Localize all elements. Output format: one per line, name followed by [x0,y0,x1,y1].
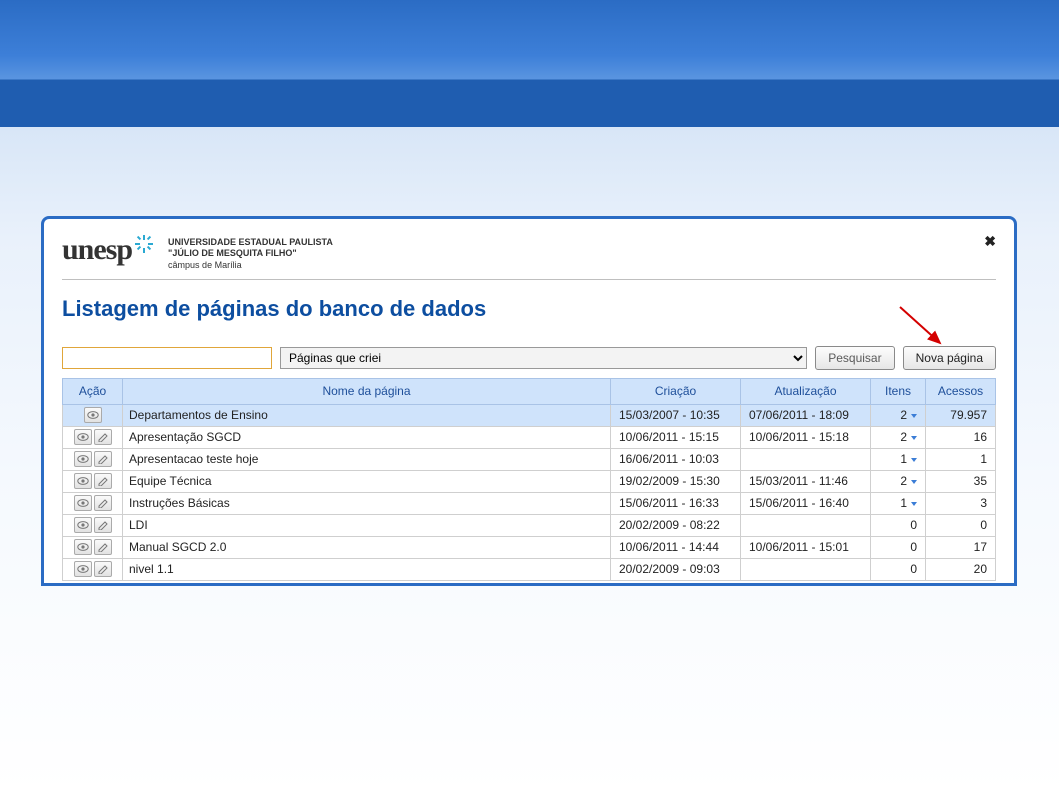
brand-mark-icon [134,228,154,262]
cell-name[interactable]: Manual SGCD 2.0 [123,536,611,558]
brand-line1: UNIVERSIDADE ESTADUAL PAULISTA [168,237,333,248]
cell-name[interactable]: Instruções Básicas [123,492,611,514]
cell-action [63,514,123,536]
dialog-panel: unesp [41,216,1017,586]
cell-updated: 10/06/2011 - 15:18 [741,426,871,448]
view-icon[interactable] [74,429,92,445]
cell-items[interactable]: 2 [871,470,926,492]
cell-name[interactable]: Apresentacao teste hoje [123,448,611,470]
table-row[interactable]: Instruções Básicas15/06/2011 - 16:3315/0… [63,492,996,514]
brand-name: unesp [62,233,132,267]
brand-campus: câmpus de Marília [168,260,333,271]
cell-items[interactable]: 2 [871,426,926,448]
cell-access: 35 [926,470,996,492]
expand-caret-icon[interactable] [911,480,917,484]
dialog-header: unesp [62,233,996,280]
cell-created: 20/02/2009 - 08:22 [611,514,741,536]
cell-updated [741,448,871,470]
cell-name[interactable]: nivel 1.1 [123,558,611,580]
filter-input[interactable] [62,347,272,369]
col-header-name[interactable]: Nome da página [123,378,611,404]
view-icon[interactable] [74,561,92,577]
page-title: Listagem de páginas do banco de dados [62,296,996,322]
cell-action [63,404,123,426]
cell-items[interactable]: 1 [871,448,926,470]
cell-action [63,536,123,558]
cell-created: 10/06/2011 - 14:44 [611,536,741,558]
cell-access: 0 [926,514,996,536]
brand-line2: "JÚLIO DE MESQUITA FILHO" [168,248,333,259]
cell-items: 0 [871,558,926,580]
table-row[interactable]: nivel 1.120/02/2009 - 09:03 020 [63,558,996,580]
cell-updated [741,514,871,536]
expand-caret-icon[interactable] [911,414,917,418]
view-icon[interactable] [74,451,92,467]
new-page-button[interactable]: Nova página [903,346,996,370]
cell-action [63,558,123,580]
search-button[interactable]: Pesquisar [815,346,894,370]
cell-action [63,448,123,470]
table-row[interactable]: Apresentação SGCD10/06/2011 - 15:1510/06… [63,426,996,448]
cell-access: 1 [926,448,996,470]
cell-action [63,470,123,492]
cell-access: 17 [926,536,996,558]
cell-updated: 10/06/2011 - 15:01 [741,536,871,558]
table-row[interactable]: Equipe Técnica19/02/2009 - 15:3015/03/20… [63,470,996,492]
col-header-created[interactable]: Criação [611,378,741,404]
cell-items[interactable]: 1 [871,492,926,514]
close-icon[interactable]: ✖ [984,233,996,250]
view-icon[interactable] [74,495,92,511]
cell-name[interactable]: Apresentação SGCD [123,426,611,448]
table-row[interactable]: LDI20/02/2009 - 08:22 00 [63,514,996,536]
edit-icon[interactable] [94,429,112,445]
cell-access: 16 [926,426,996,448]
table-row[interactable]: Departamentos de Ensino15/03/2007 - 10:3… [63,404,996,426]
pages-table: Ação Nome da página Criação Atualização … [62,378,996,581]
view-icon[interactable] [84,407,102,423]
cell-updated: 07/06/2011 - 18:09 [741,404,871,426]
controls-row: Páginas que criei Pesquisar Nova página [62,346,996,370]
cell-updated: 15/03/2011 - 11:46 [741,470,871,492]
cell-created: 16/06/2011 - 10:03 [611,448,741,470]
edit-icon[interactable] [94,517,112,533]
col-header-items[interactable]: Itens [871,378,926,404]
view-icon[interactable] [74,473,92,489]
expand-caret-icon[interactable] [911,458,917,462]
cell-name[interactable]: LDI [123,514,611,536]
cell-action [63,492,123,514]
edit-icon[interactable] [94,539,112,555]
cell-action [63,426,123,448]
cell-access: 79.957 [926,404,996,426]
expand-caret-icon[interactable] [911,436,917,440]
cell-updated [741,558,871,580]
cell-access: 20 [926,558,996,580]
table-row[interactable]: Apresentacao teste hoje16/06/2011 - 10:0… [63,448,996,470]
cell-items[interactable]: 2 [871,404,926,426]
cell-created: 19/02/2009 - 15:30 [611,470,741,492]
view-icon[interactable] [74,539,92,555]
cell-created: 10/06/2011 - 15:15 [611,426,741,448]
cell-items: 0 [871,514,926,536]
col-header-access[interactable]: Acessos [926,378,996,404]
cell-name[interactable]: Departamentos de Ensino [123,404,611,426]
edit-icon[interactable] [94,495,112,511]
col-header-action[interactable]: Ação [63,378,123,404]
edit-icon[interactable] [94,561,112,577]
table-row[interactable]: Manual SGCD 2.010/06/2011 - 14:4410/06/2… [63,536,996,558]
scope-select[interactable]: Páginas que criei [280,347,807,369]
cell-access: 3 [926,492,996,514]
cell-updated: 15/06/2011 - 16:40 [741,492,871,514]
col-header-updated[interactable]: Atualização [741,378,871,404]
brand-meta: UNIVERSIDADE ESTADUAL PAULISTA "JÚLIO DE… [168,233,333,271]
cell-created: 15/06/2011 - 16:33 [611,492,741,514]
cell-created: 20/02/2009 - 09:03 [611,558,741,580]
brand-logo: unesp [62,233,154,267]
cell-name[interactable]: Equipe Técnica [123,470,611,492]
expand-caret-icon[interactable] [911,502,917,506]
edit-icon[interactable] [94,473,112,489]
cell-items: 0 [871,536,926,558]
cell-created: 15/03/2007 - 10:35 [611,404,741,426]
view-icon[interactable] [74,517,92,533]
edit-icon[interactable] [94,451,112,467]
